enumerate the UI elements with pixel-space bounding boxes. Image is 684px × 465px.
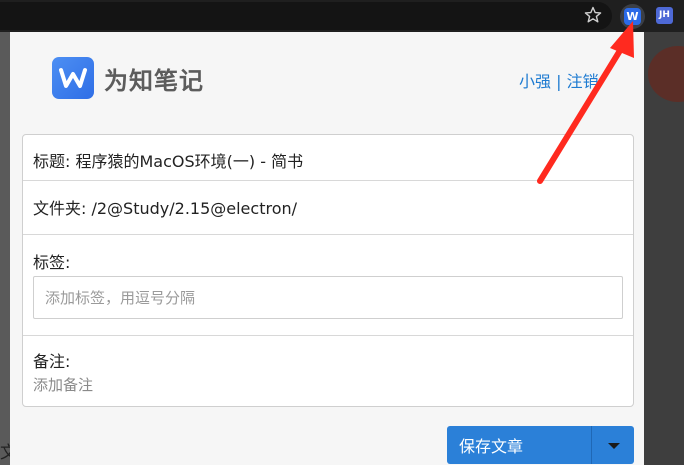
wiznote-extension-icon: W xyxy=(624,8,641,25)
save-button-group: 保存文章 xyxy=(447,426,634,464)
wiznote-logo-icon xyxy=(52,57,94,99)
browser-toolbar: W JH xyxy=(0,0,684,32)
wiznote-popup: 为知笔记 小强 | 注销 标题: 程序猿的MacOS环境(一) - 简书 文件夹… xyxy=(10,32,644,465)
tags-label: 标签: xyxy=(33,253,71,272)
wiznote-extension-button[interactable]: W xyxy=(620,4,645,29)
tags-row: 标签: xyxy=(23,235,633,336)
caret-down-icon xyxy=(608,443,620,449)
title-row[interactable]: 标题: 程序猿的MacOS环境(一) - 简书 xyxy=(23,135,633,181)
background-left-strip xyxy=(0,32,10,465)
folder-row[interactable]: 文件夹: /2@Study/2.15@electron/ xyxy=(23,181,633,235)
notes-row: 备注: 添加备注 xyxy=(23,336,633,406)
notes-field[interactable]: 添加备注 xyxy=(33,374,93,395)
user-logout-link[interactable]: 小强 | 注销 xyxy=(519,68,599,92)
brand-name: 为知笔记 xyxy=(104,66,204,95)
notes-label: 备注: xyxy=(33,352,71,371)
clip-form: 标题: 程序猿的MacOS环境(一) - 简书 文件夹: /2@Study/2.… xyxy=(22,134,634,407)
title-text: 标题: 程序猿的MacOS环境(一) - 简书 xyxy=(33,152,304,171)
address-bar[interactable] xyxy=(0,2,612,30)
save-article-button[interactable]: 保存文章 xyxy=(447,426,591,464)
brand: 为知笔记 xyxy=(52,56,204,100)
save-options-dropdown[interactable] xyxy=(591,426,634,464)
star-icon[interactable] xyxy=(583,5,603,25)
jh-extension-icon[interactable]: JH xyxy=(656,7,673,24)
folder-text: 文件夹: /2@Study/2.15@electron/ xyxy=(33,199,298,218)
tags-input[interactable] xyxy=(33,276,623,319)
